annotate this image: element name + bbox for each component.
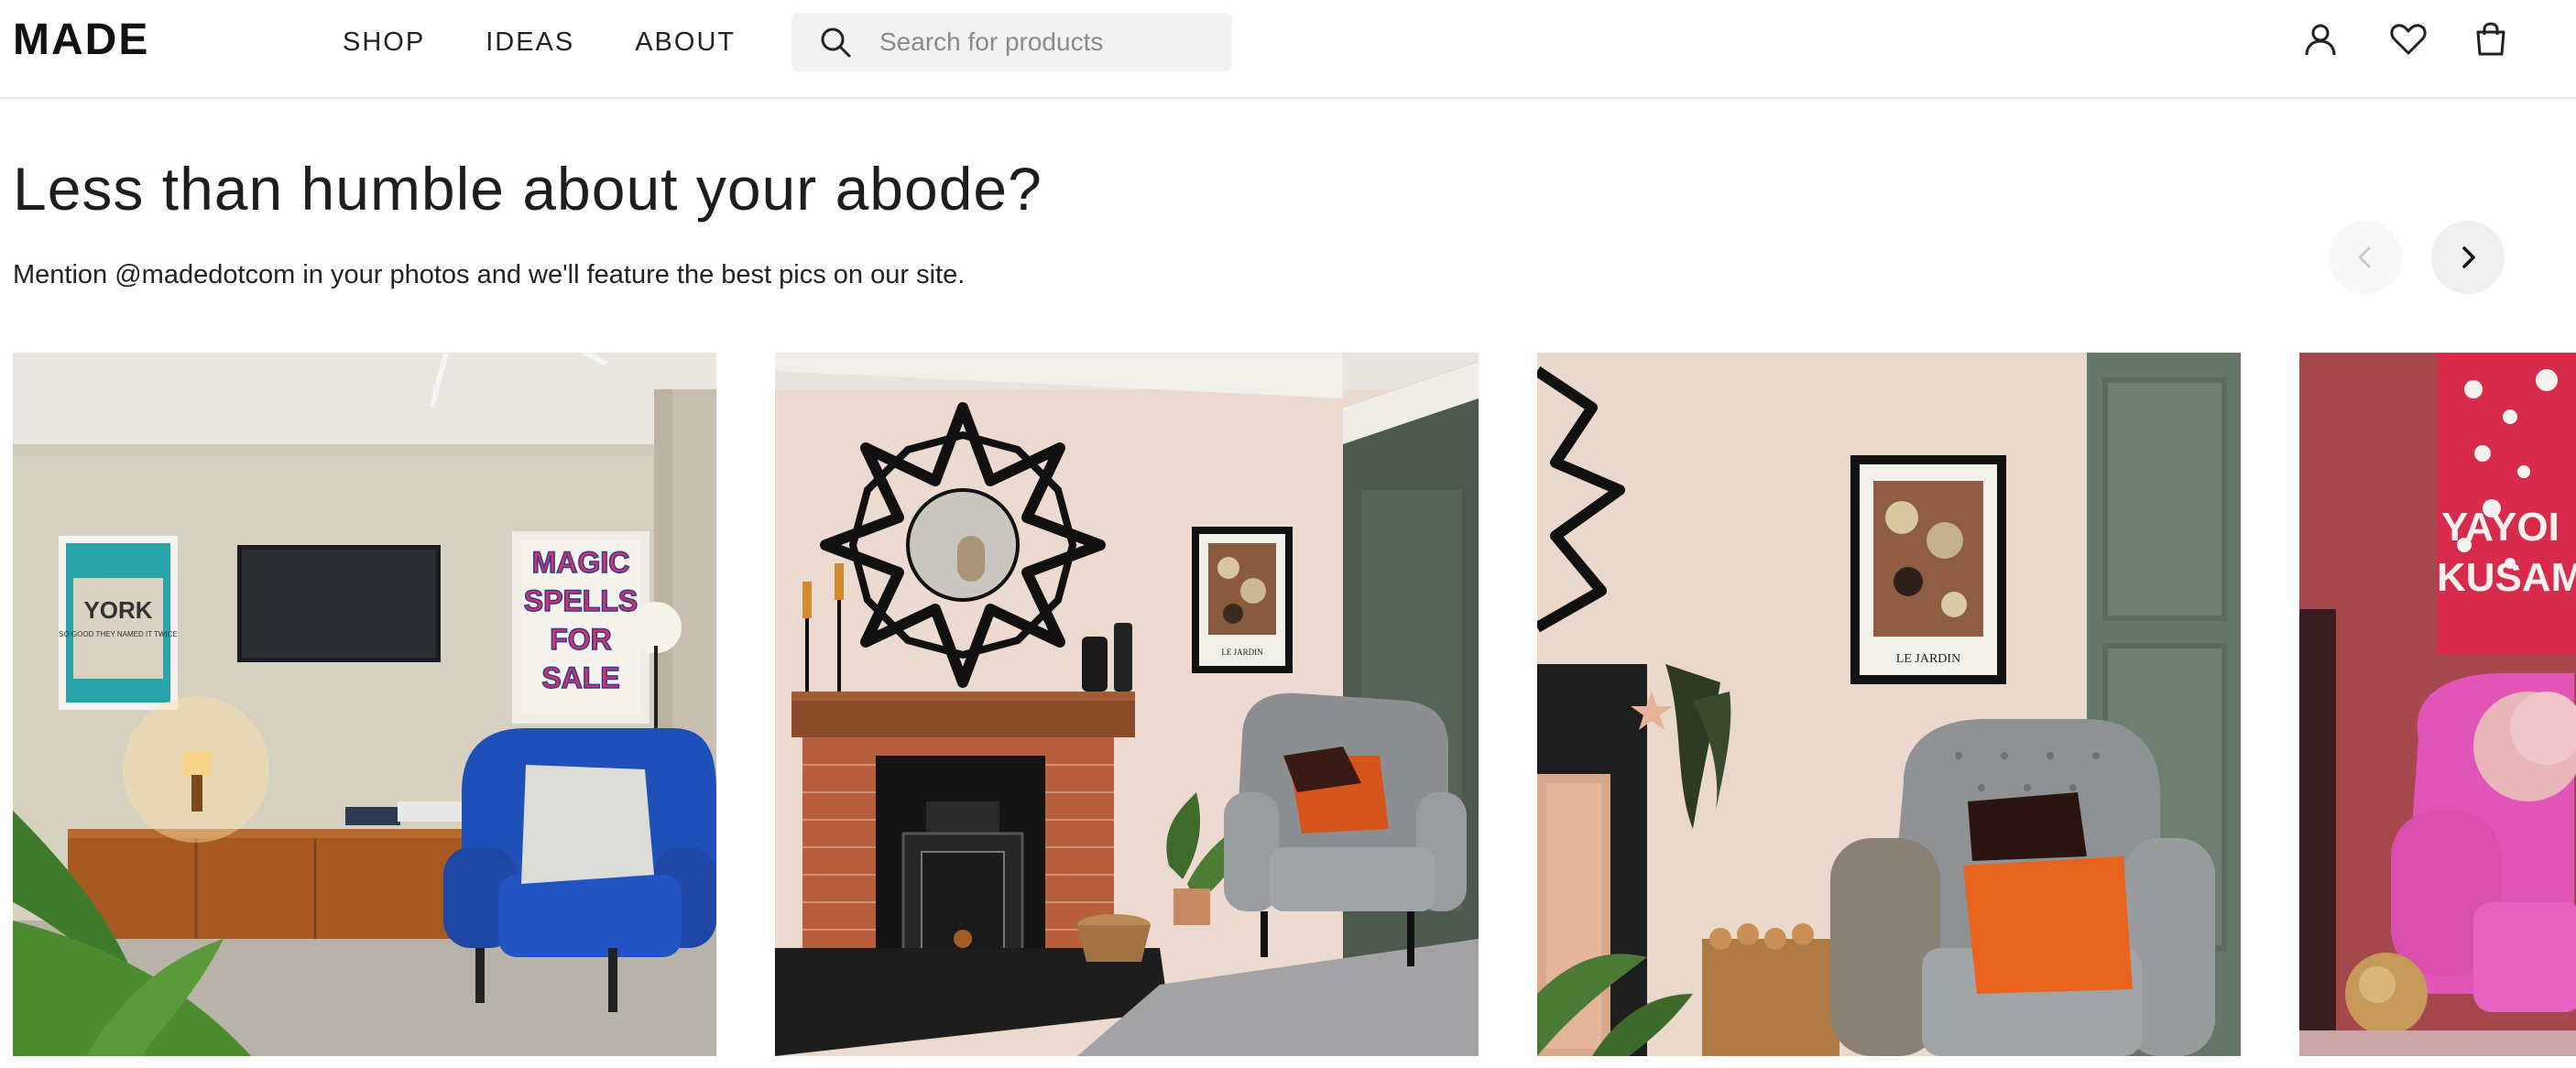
gallery-photo-4[interactable]: YAYOI KUSAMA xyxy=(2299,353,2576,1056)
magic-poster-line-2: SPELLS xyxy=(524,584,638,617)
carousel-prev-button[interactable] xyxy=(2329,221,2402,294)
pink-armchair-kusama-image: YAYOI KUSAMA xyxy=(2299,353,2576,1056)
site-header: MADE SHOP IDEAS ABOUT xyxy=(0,0,2576,99)
main-nav: SHOP IDEAS ABOUT xyxy=(343,24,736,60)
header-actions xyxy=(2301,20,2576,66)
print-caption-3: LE JARDIN xyxy=(1896,652,1960,666)
kusama-poster-line-2: KUSAMA xyxy=(2437,555,2576,600)
section-title: Less than humble about your abode? xyxy=(13,155,1042,223)
kusama-poster-line-1: YAYOI xyxy=(2441,505,2560,550)
search-bar[interactable] xyxy=(791,13,1232,71)
carousel-next-button[interactable] xyxy=(2431,221,2505,294)
nav-ideas[interactable]: IDEAS xyxy=(486,24,574,60)
made-logo[interactable]: MADE xyxy=(13,16,149,64)
wishlist-heart-icon[interactable] xyxy=(2389,20,2428,59)
account-icon[interactable] xyxy=(2301,20,2340,59)
york-poster-subtitle: SO GOOD THEY NAMED IT TWICE xyxy=(59,630,178,638)
gallery-photo-3[interactable]: LE JARDIN xyxy=(1537,353,2241,1056)
magic-poster-line-4: SALE xyxy=(541,661,619,694)
gallery-photo-2[interactable]: LE JARDIN xyxy=(775,353,1479,1056)
bag-icon[interactable] xyxy=(2472,20,2510,59)
chevron-left-icon xyxy=(2358,246,2371,268)
york-poster-title: YORK xyxy=(83,596,152,624)
search-icon xyxy=(821,27,851,58)
print-caption-2: LE JARDIN xyxy=(1221,648,1263,657)
chevron-right-icon xyxy=(2462,246,2475,268)
ugc-photo-carousel: YORK SO GOOD THEY NAMED IT TWICE MAGIC S… xyxy=(13,353,2576,1056)
search-input[interactable] xyxy=(879,27,1209,57)
grey-armchair-orange-cushion-image: LE JARDIN xyxy=(1537,353,2241,1056)
living-room-blue-armchair-image: YORK SO GOOD THEY NAMED IT TWICE MAGIC S… xyxy=(13,353,716,1056)
nav-shop[interactable]: SHOP xyxy=(343,24,425,60)
section-subtitle: Mention @madedotcom in your photos and w… xyxy=(13,260,966,289)
gallery-photo-1[interactable]: YORK SO GOOD THEY NAMED IT TWICE MAGIC S… xyxy=(13,353,716,1056)
magic-poster-line-1: MAGIC xyxy=(532,546,630,579)
nav-about[interactable]: ABOUT xyxy=(635,24,736,60)
magic-poster-line-3: FOR xyxy=(550,623,612,656)
fireplace-sunburst-mirror-image: LE JARDIN xyxy=(775,353,1479,1056)
